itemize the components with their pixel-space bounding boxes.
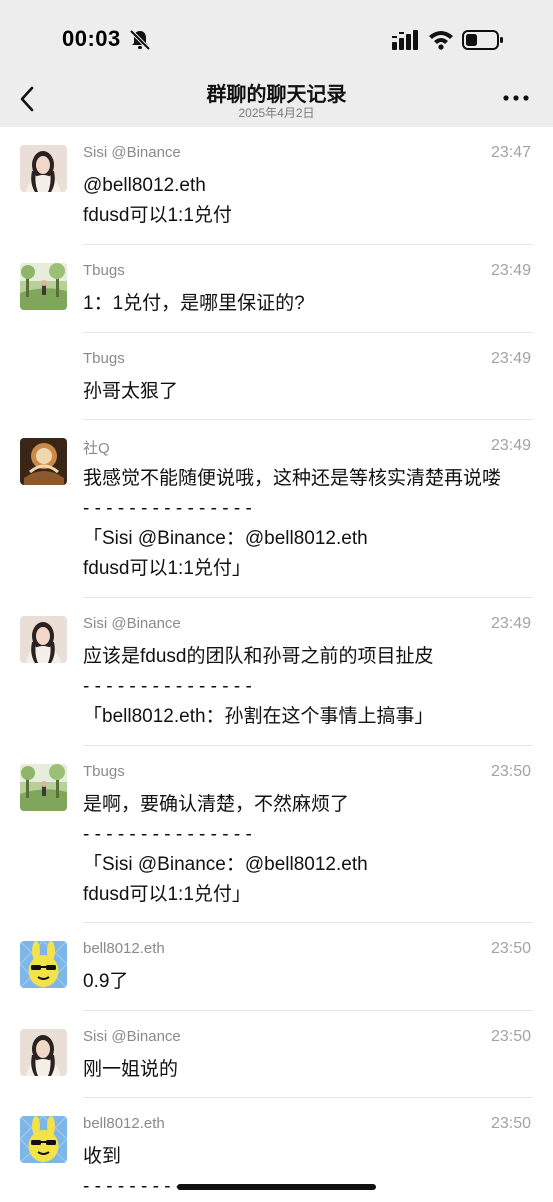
- signal-icon: [392, 30, 418, 50]
- list-item[interactable]: Tbugs 23:49 1：1兑付，是哪里保证的?: [0, 245, 553, 333]
- bell-off-icon: [129, 29, 151, 51]
- message-text: 我感觉不能随便说哦，这种还是等核实清楚再说喽 - - - - - - - - -…: [83, 468, 502, 579]
- battery-icon: [462, 30, 503, 50]
- list-item[interactable]: bell8012.eth 23:50 0.9了: [0, 923, 553, 1011]
- message-text: 0.9了: [83, 971, 129, 992]
- list-item[interactable]: 社Q 23:49 我感觉不能随便说哦，这种还是等核实清楚再说喽 - - - - …: [0, 420, 553, 598]
- message-time: 23:50: [490, 1028, 531, 1045]
- message-time: 23:49: [490, 615, 531, 632]
- avatar[interactable]: [20, 438, 67, 485]
- sender-name: Sisi @Binance: [83, 1028, 181, 1045]
- avatar[interactable]: [20, 941, 67, 988]
- message-text: 收到 - - - - - - - - - -: [83, 1146, 194, 1197]
- message-time: 23:50: [490, 763, 531, 780]
- page-title: 群聊的聊天记录: [206, 84, 347, 106]
- message-time: 23:49: [490, 437, 531, 454]
- status-time: 00:03: [62, 26, 121, 51]
- more-icon[interactable]: [503, 93, 529, 103]
- message-list[interactable]: Sisi @Binance 23:47 @bell8012.eth fdusd可…: [0, 127, 553, 1198]
- sender-name: bell8012.eth: [83, 940, 165, 957]
- list-item[interactable]: Sisi @Binance 23:50 刚一姐说的: [0, 1011, 553, 1098]
- avatar[interactable]: [20, 263, 67, 310]
- list-item[interactable]: bell8012.eth 23:50 收到 - - - - - - - - - …: [0, 1098, 553, 1198]
- message-time: 23:47: [490, 144, 531, 161]
- nav-bar: 00:03 群聊的聊天记录 2025年4月2日: [0, 0, 553, 127]
- message-text: 孙哥太狠了: [83, 381, 179, 402]
- message-text: 1：1兑付，是哪里保证的?: [83, 293, 305, 314]
- sender-name: Tbugs: [83, 763, 125, 780]
- sender-name: Sisi @Binance: [83, 615, 181, 632]
- sender-name: Tbugs: [83, 350, 125, 367]
- message-text: 刚一姐说的: [83, 1059, 179, 1080]
- list-item[interactable]: Sisi @Binance 23:47 @bell8012.eth fdusd可…: [0, 127, 553, 245]
- list-item[interactable]: Tbugs 23:49 孙哥太狠了: [0, 333, 553, 420]
- avatar[interactable]: [20, 616, 67, 663]
- message-text: 是啊，要确认清楚，不然麻烦了 - - - - - - - - - - - - -…: [83, 794, 368, 905]
- home-indicator[interactable]: [177, 1184, 376, 1190]
- avatar[interactable]: [20, 145, 67, 192]
- list-item[interactable]: Tbugs 23:50 是啊，要确认清楚，不然麻烦了 - - - - - - -…: [0, 746, 553, 923]
- message-time: 23:50: [490, 940, 531, 957]
- page-subtitle: 2025年4月2日: [238, 106, 315, 120]
- avatar[interactable]: [20, 764, 67, 811]
- avatar[interactable]: [20, 1029, 67, 1076]
- sender-name: Sisi @Binance: [83, 144, 181, 161]
- sender-name: Tbugs: [83, 262, 125, 279]
- message-time: 23:50: [490, 1115, 531, 1132]
- sender-name: 社Q: [83, 440, 110, 457]
- list-item[interactable]: Sisi @Binance 23:49 应该是fdusd的团队和孙哥之前的项目扯…: [0, 598, 553, 746]
- message-time: 23:49: [490, 262, 531, 279]
- message-time: 23:49: [490, 350, 531, 367]
- message-text: @bell8012.eth fdusd可以1:1兑付: [83, 175, 232, 226]
- wifi-icon: [429, 31, 453, 50]
- avatar[interactable]: [20, 1116, 67, 1163]
- message-text: 应该是fdusd的团队和孙哥之前的项目扯皮 - - - - - - - - - …: [83, 646, 434, 727]
- sender-name: bell8012.eth: [83, 1115, 165, 1132]
